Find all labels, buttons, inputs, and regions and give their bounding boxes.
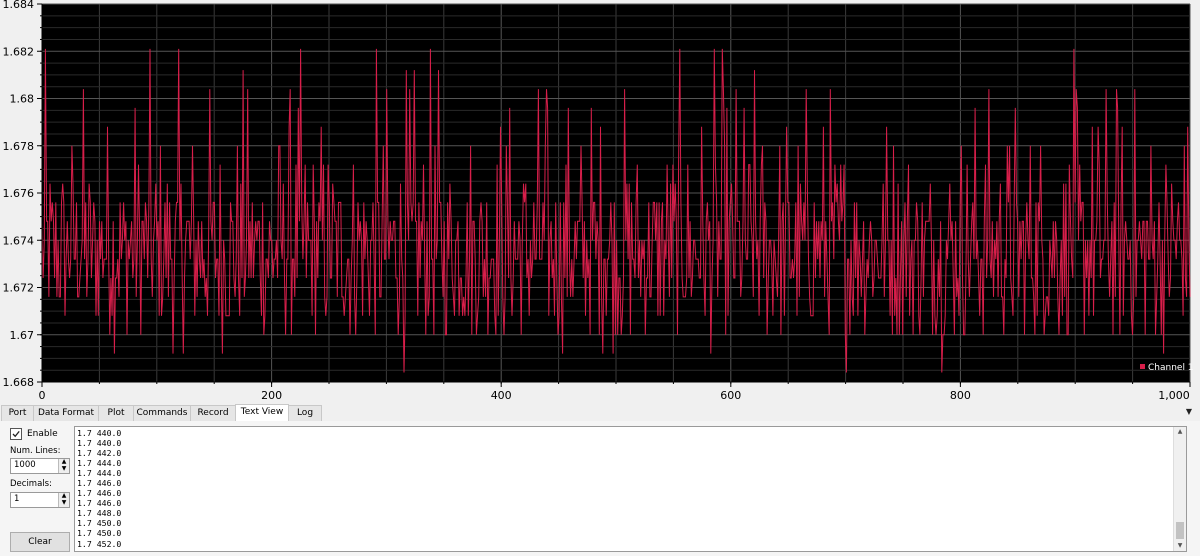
y-tick-label: 1.672 (3, 282, 35, 295)
text-line: 1.7 446.0 (77, 488, 122, 499)
plot-canvas[interactable]: 1.668 1.67 1.672 1.674 1.676 1.678 1.68 1.682 1.… (0, 0, 1200, 404)
scrollbar-thumb[interactable] (1176, 522, 1184, 539)
tab-text-view[interactable]: Text View (235, 404, 289, 422)
x-tick-label: 200 (261, 389, 282, 402)
enable-label: Enable (27, 428, 58, 439)
text-output-area[interactable]: 1.7 440.0 1.7 440.0 1.7 442.0 1.7 444.0 … (74, 426, 1187, 552)
tab-bar: Port Data Format Plot Commands Record Te… (0, 404, 1200, 422)
y-tick-label: 1.668 (3, 376, 35, 389)
text-line: 1.7 450.0 (77, 518, 122, 529)
num-lines-spinbox[interactable]: 1000 ▲ ▼ (10, 458, 70, 474)
num-lines-value[interactable]: 1000 (14, 460, 36, 470)
x-tick-label: 1,000 (1158, 389, 1190, 402)
legend-swatch-channel-1 (1140, 364, 1145, 369)
tab-record[interactable]: Record (190, 405, 236, 421)
text-line: 1.7 440.0 (77, 428, 122, 438)
text-line: 1.7 444.0 (77, 458, 122, 469)
checkbox-check-icon[interactable] (10, 427, 22, 440)
y-tick-label: 1.67 (10, 329, 35, 342)
text-line: 1.7 448.0 (77, 508, 122, 519)
vertical-scrollbar[interactable]: ▲ ▼ (1173, 427, 1186, 551)
text-line: 1.7 442.0 (77, 448, 122, 459)
legend-label-channel-1: Channel 1 (1148, 363, 1194, 373)
decimals-spinbox[interactable]: 1 ▲ ▼ (10, 492, 70, 508)
tab-plot[interactable]: Plot (98, 405, 134, 421)
y-tick-label: 1.68 (10, 93, 35, 106)
spin-down-icon[interactable]: ▼ (60, 466, 68, 472)
decimals-value[interactable]: 1 (14, 494, 19, 504)
text-line: 1.7 450.0 (77, 528, 122, 539)
y-tick-label: 1.676 (3, 187, 35, 200)
tab-data-format[interactable]: Data Format (33, 405, 99, 421)
y-tick-label: 1.684 (3, 0, 35, 11)
x-tick-label: 800 (950, 389, 971, 402)
text-view-panel: Enable Num. Lines: 1000 ▲ ▼ Decimals: 1 … (0, 421, 1200, 556)
text-line: 1.7 444.0 (77, 468, 122, 479)
spin-down-icon[interactable]: ▼ (60, 500, 68, 506)
text-lines: 1.7 440.0 1.7 440.0 1.7 442.0 1.7 444.0 … (77, 428, 121, 549)
scroll-up-icon[interactable]: ▲ (1174, 427, 1186, 437)
num-lines-label: Num. Lines: (10, 446, 61, 456)
y-tick-label: 1.682 (3, 45, 35, 58)
tab-menu-arrow-icon[interactable]: ▼ (1186, 407, 1192, 416)
y-tick-label: 1.674 (3, 234, 35, 247)
clear-button[interactable]: Clear (10, 532, 70, 552)
enable-checkbox[interactable]: Enable (10, 427, 58, 440)
x-tick-label: 600 (720, 389, 741, 402)
text-line: 1.7 452.0 (77, 538, 122, 549)
plot-area[interactable]: 1.668 1.67 1.672 1.674 1.676 1.678 1.68 1.682 1.… (0, 0, 1200, 404)
tab-commands[interactable]: Commands (133, 405, 191, 421)
tab-port[interactable]: Port (1, 405, 34, 421)
x-tick-label: 400 (491, 389, 512, 402)
text-line: 1.7 446.0 (77, 498, 122, 509)
text-line: 1.7 440.0 (77, 438, 122, 449)
x-tick-label: 0 (39, 389, 46, 402)
scroll-down-icon[interactable]: ▼ (1174, 541, 1186, 551)
tab-log[interactable]: Log (288, 405, 322, 421)
y-tick-label: 1.678 (3, 140, 35, 153)
decimals-label: Decimals: (10, 479, 52, 489)
text-line: 1.7 446.0 (77, 478, 122, 489)
